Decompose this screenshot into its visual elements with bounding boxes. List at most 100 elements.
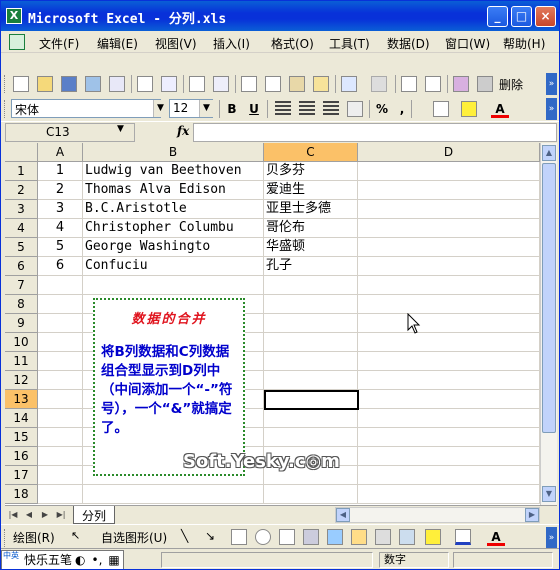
rectangle-icon[interactable] <box>231 529 247 545</box>
scroll-left-icon[interactable]: ◀ <box>336 508 350 522</box>
permission-icon[interactable] <box>85 76 101 92</box>
print-icon[interactable] <box>137 76 153 92</box>
cell-a3[interactable]: 3 <box>38 200 83 219</box>
camera-icon[interactable] <box>477 76 493 92</box>
diagram-icon[interactable] <box>351 529 367 545</box>
research-icon[interactable] <box>213 76 229 92</box>
cell-d11[interactable] <box>358 352 540 371</box>
chevron-down-icon[interactable]: ▼ <box>199 100 213 117</box>
row-header-9[interactable]: 9 <box>5 314 38 333</box>
cell-d4[interactable] <box>358 219 540 238</box>
cell-a7[interactable] <box>38 276 83 295</box>
column-header-b[interactable]: B <box>83 143 264 162</box>
paste-icon[interactable] <box>289 76 305 92</box>
row-header-15[interactable]: 15 <box>5 428 38 447</box>
cell-b2[interactable]: Thomas Alva Edison <box>83 181 264 200</box>
cell-d18[interactable] <box>358 485 540 504</box>
comma-button[interactable]: , <box>393 100 411 118</box>
save-icon[interactable] <box>61 76 77 92</box>
cell-c6[interactable]: 孔子 <box>264 257 358 276</box>
scrollbar-thumb[interactable] <box>542 163 556 433</box>
cell-d7[interactable] <box>358 276 540 295</box>
cell-b6[interactable]: Confuciu <box>83 257 264 276</box>
cell-a16[interactable] <box>38 447 83 466</box>
cell-c15[interactable] <box>264 428 358 447</box>
menu-insert[interactable]: 插入(I) <box>213 35 250 52</box>
row-header-13[interactable]: 13 <box>5 390 38 409</box>
cell-a10[interactable] <box>38 333 83 352</box>
maximize-button[interactable]: □ <box>511 6 532 27</box>
draw-menu-button[interactable]: 绘图(R) <box>13 529 55 546</box>
cut-icon[interactable] <box>241 76 257 92</box>
ime-bar[interactable]: 中英 快乐五笔 ◐ •, ▦ <box>1 550 124 569</box>
cell-a15[interactable] <box>38 428 83 447</box>
menu-edit[interactable]: 编辑(E) <box>97 35 138 52</box>
excel-icon[interactable]: X <box>6 8 22 24</box>
delete-label[interactable]: 删除 <box>499 76 523 93</box>
arrow-icon[interactable]: ↘ <box>205 529 221 545</box>
cell-a1[interactable]: 1 <box>38 162 83 181</box>
font-color-icon[interactable]: A <box>487 528 505 546</box>
cell-b1[interactable]: Ludwig van Beethoven <box>83 162 264 181</box>
cell-d9[interactable] <box>358 314 540 333</box>
cell-d16[interactable] <box>358 447 540 466</box>
picture-icon[interactable] <box>399 529 415 545</box>
horizontal-scrollbar[interactable]: ◀ ▶ <box>335 507 540 523</box>
line-color-icon[interactable] <box>455 529 471 545</box>
cell-a8[interactable] <box>38 295 83 314</box>
cell-d10[interactable] <box>358 333 540 352</box>
cell-d3[interactable] <box>358 200 540 219</box>
redo-icon[interactable] <box>371 76 387 92</box>
punctuation-icon[interactable]: •, <box>89 553 106 567</box>
cell-d13[interactable] <box>358 390 540 409</box>
cell-c5[interactable]: 华盛顿 <box>264 238 358 257</box>
cell-c8[interactable] <box>264 295 358 314</box>
keyboard-icon[interactable]: ▦ <box>105 553 122 567</box>
font-name-select[interactable]: 宋体 <box>11 99 161 118</box>
cell-c11[interactable] <box>264 352 358 371</box>
menu-window[interactable]: 窗口(W) <box>445 35 490 52</box>
cell-d6[interactable] <box>358 257 540 276</box>
active-cell-c13[interactable] <box>264 390 359 410</box>
row-header-11[interactable]: 11 <box>5 352 38 371</box>
fill-color-icon[interactable] <box>461 101 477 117</box>
row-header-4[interactable]: 4 <box>5 219 38 238</box>
fill-color-icon[interactable] <box>425 529 441 545</box>
email-icon[interactable] <box>109 76 125 92</box>
row-header-8[interactable]: 8 <box>5 295 38 314</box>
cell-d15[interactable] <box>358 428 540 447</box>
cell-c18[interactable] <box>264 485 358 504</box>
merge-center-icon[interactable] <box>347 101 363 117</box>
toolbar-options-icon[interactable]: » <box>546 527 557 549</box>
row-header-18[interactable]: 18 <box>5 485 38 504</box>
cell-a5[interactable]: 5 <box>38 238 83 257</box>
autoshapes-button[interactable]: 自选图形(U) <box>101 529 167 546</box>
line-icon[interactable]: ╲ <box>181 529 197 545</box>
annotation-textbox[interactable]: 数据的合并 将B列数据和C列数据组合型显示到D列中（中间添加一个“-”符号），一… <box>93 298 245 476</box>
spelling-icon[interactable] <box>189 76 205 92</box>
row-header-2[interactable]: 2 <box>5 181 38 200</box>
column-header-a[interactable]: A <box>38 143 83 162</box>
cell-d8[interactable] <box>358 295 540 314</box>
vertical-scrollbar[interactable]: ▲ ▼ <box>540 143 557 505</box>
row-header-1[interactable]: 1 <box>5 162 38 181</box>
align-right-icon[interactable] <box>323 101 339 117</box>
open-icon[interactable] <box>37 76 53 92</box>
row-header-6[interactable]: 6 <box>5 257 38 276</box>
minimize-button[interactable]: _ <box>487 6 508 27</box>
toolbar-grip[interactable] <box>4 529 7 547</box>
undo-icon[interactable] <box>341 76 357 92</box>
next-sheet-icon[interactable]: ▶ <box>39 508 51 522</box>
format-painter-icon[interactable] <box>313 76 329 92</box>
menu-view[interactable]: 视图(V) <box>155 35 197 52</box>
menu-file[interactable]: 文件(F) <box>39 35 79 52</box>
formula-input[interactable] <box>193 123 557 142</box>
cell-c12[interactable] <box>264 371 358 390</box>
cell-c14[interactable] <box>264 409 358 428</box>
cell-a11[interactable] <box>38 352 83 371</box>
prev-sheet-icon[interactable]: ◀ <box>23 508 35 522</box>
ime-name[interactable]: 快乐五笔 <box>24 553 72 567</box>
scroll-up-icon[interactable]: ▲ <box>542 145 556 161</box>
cell-a2[interactable]: 2 <box>38 181 83 200</box>
cell-b7[interactable] <box>83 276 264 295</box>
